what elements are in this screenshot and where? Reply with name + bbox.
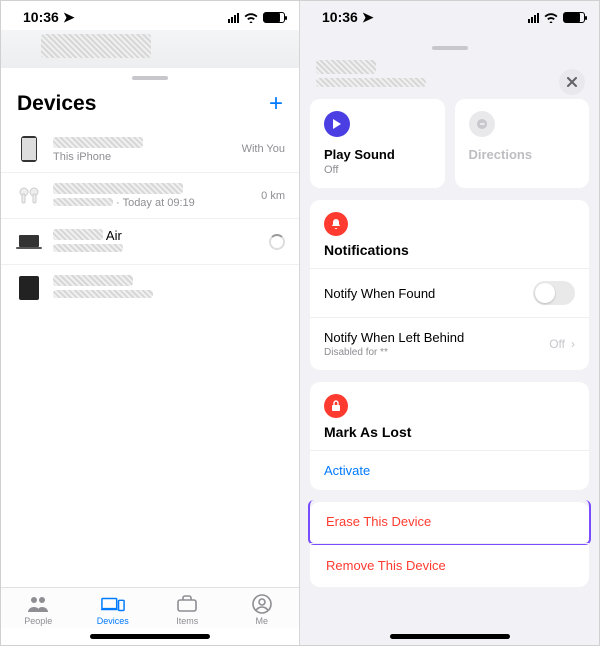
row-value: Off <box>549 337 565 351</box>
notify-when-found-row[interactable]: Notify When Found <box>310 268 589 317</box>
notify-left-behind-row[interactable]: Notify When Left Behind Disabled for ** … <box>310 317 589 370</box>
close-icon <box>567 77 577 87</box>
notify-found-switch[interactable] <box>533 281 575 305</box>
macbook-icon <box>15 228 43 256</box>
activate-lost-mode-button[interactable]: Activate <box>310 450 589 490</box>
iphone-icon <box>15 135 43 163</box>
tab-label: People <box>24 616 52 626</box>
battery-icon <box>563 12 585 23</box>
home-indicator[interactable] <box>390 634 510 639</box>
airpods-icon <box>15 182 43 210</box>
remove-device-button[interactable]: Remove This Device <box>310 543 589 587</box>
page-title: Devices <box>17 92 96 116</box>
device-meta: 0 km <box>261 190 285 202</box>
status-time: 10:36 <box>23 9 59 25</box>
location-arrow-icon: ➤ <box>63 9 75 26</box>
location-arrow-icon: ➤ <box>362 9 374 26</box>
device-detail-screen: 10:36➤ Play Sound Off <box>300 1 599 645</box>
cellular-signal-icon <box>528 13 539 23</box>
mark-as-lost-card: Mark As Lost Activate <box>310 382 589 490</box>
status-bar: 10:36➤ <box>300 1 599 30</box>
danger-actions-card: Erase This Device Remove This Device <box>310 502 589 587</box>
wifi-icon <box>243 12 259 23</box>
items-icon <box>175 594 199 614</box>
row-sub: Disabled for ** <box>324 347 464 358</box>
notifications-card: Notifications Notify When Found Notify W… <box>310 200 589 370</box>
tab-label: Items <box>176 616 198 626</box>
device-row[interactable] <box>1 264 299 310</box>
me-icon <box>250 594 274 614</box>
tab-label: Devices <box>97 616 129 626</box>
ipad-icon <box>15 274 43 302</box>
chevron-right-icon: › <box>571 337 575 351</box>
device-sub: This iPhone <box>53 151 232 163</box>
status-time: 10:36 <box>322 9 358 25</box>
tab-people[interactable]: People <box>1 594 76 626</box>
tab-me[interactable]: Me <box>225 594 300 626</box>
wifi-icon <box>543 12 559 23</box>
people-icon <box>26 594 50 614</box>
device-meta: With You <box>242 143 285 155</box>
battery-icon <box>263 12 285 23</box>
tab-label: Me <box>255 616 268 626</box>
device-row[interactable]: · Today at 09:19 0 km <box>1 172 299 218</box>
map-background <box>1 30 299 68</box>
add-device-button[interactable]: + <box>269 92 283 116</box>
row-title: Notify When Left Behind <box>324 330 464 345</box>
close-button[interactable] <box>559 69 585 95</box>
action-sub: Off <box>324 164 431 176</box>
devices-icon <box>101 594 125 614</box>
tab-items[interactable]: Items <box>150 594 225 626</box>
directions-button: Directions <box>455 99 590 188</box>
sheet-grabber[interactable] <box>432 46 468 50</box>
cellular-signal-icon <box>228 13 239 23</box>
card-title: Mark As Lost <box>310 424 589 450</box>
device-list: This iPhone With You · Today at 09:19 0 … <box>1 126 299 587</box>
device-row[interactable]: This iPhone With You <box>1 126 299 172</box>
tab-devices[interactable]: Devices <box>76 594 151 626</box>
device-row[interactable]: Air <box>1 218 299 264</box>
lock-icon <box>324 394 348 418</box>
play-icon <box>324 111 350 137</box>
bell-icon <box>324 212 348 236</box>
erase-device-button[interactable]: Erase This Device <box>308 500 591 545</box>
device-sub: · Today at 09:19 <box>113 197 195 209</box>
sheet-grabber[interactable] <box>132 76 168 80</box>
loading-spinner-icon <box>269 234 285 250</box>
row-title: Notify When Found <box>324 286 435 301</box>
status-bar: 10:36➤ <box>1 1 299 30</box>
action-title: Play Sound <box>324 147 431 162</box>
play-sound-button[interactable]: Play Sound Off <box>310 99 445 188</box>
device-title <box>300 54 599 99</box>
devices-list-screen: 10:36➤ Devices + This iPhone With You <box>1 1 300 645</box>
tab-bar: People Devices Items Me <box>1 587 299 628</box>
action-title: Directions <box>469 147 576 162</box>
card-title: Notifications <box>310 242 589 268</box>
device-name: Air <box>106 228 122 243</box>
home-indicator[interactable] <box>90 634 210 639</box>
directions-icon <box>469 111 495 137</box>
